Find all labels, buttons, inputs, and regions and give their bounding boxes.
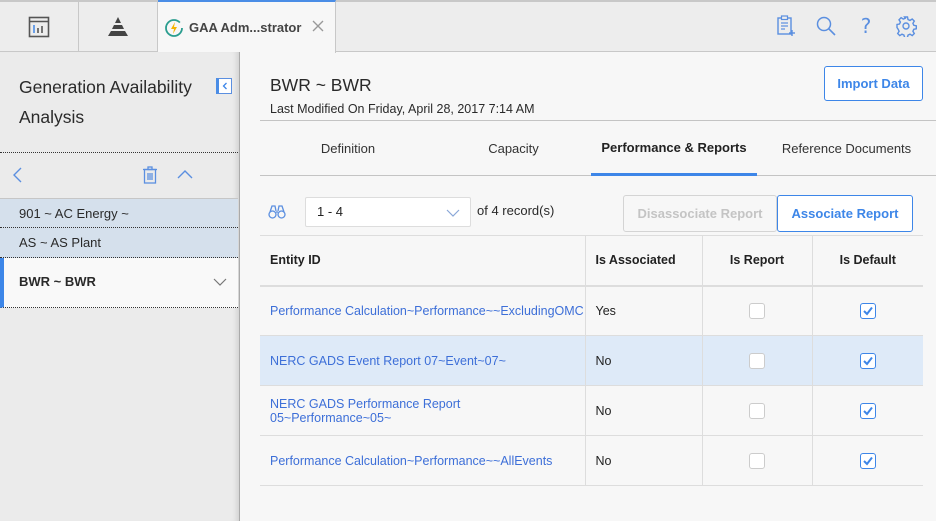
chevron-up-icon[interactable] [176, 168, 194, 180]
is-default-checkbox[interactable] [859, 402, 876, 419]
sidebar: Generation Availability Analysis 901 ~ A… [0, 52, 240, 521]
is-report-cell [701, 285, 812, 336]
table-row[interactable]: NERC GADS Event Report 07~Event~07~ No [260, 335, 923, 386]
sidebar-item[interactable]: 901 ~ AC Energy ~ [0, 198, 238, 228]
sidebar-title: Generation Availability Analysis [19, 77, 192, 127]
is-default-cell [811, 435, 923, 486]
sidebar-list: 901 ~ AC Energy ~ AS ~ AS Plant BWR ~ BW… [0, 198, 238, 308]
table-row[interactable]: Performance Calculation~Performance~~All… [260, 435, 923, 486]
is-associated-cell: No [584, 435, 702, 486]
new-report-button[interactable] [774, 14, 798, 38]
entity-id-link[interactable]: NERC GADS Event Report 07~Event~07~ [260, 335, 585, 386]
sidebar-item-active[interactable]: BWR ~ BWR [0, 258, 238, 308]
checkmark-icon [863, 456, 873, 466]
last-modified: Last Modified On Friday, April 28, 2017 … [270, 102, 535, 116]
app-tab-label: GAA Adm...strator [189, 20, 302, 35]
column-header-is-report[interactable]: Is Report [701, 235, 812, 287]
column-header-entity-id[interactable]: Entity ID [260, 235, 585, 287]
close-icon[interactable] [311, 19, 325, 33]
is-default-checkbox[interactable] [859, 352, 876, 369]
pyramid-button[interactable] [79, 2, 158, 52]
is-associated-cell: No [584, 385, 702, 436]
record-title: BWR ~ BWR [270, 75, 372, 95]
tab-reference-documents[interactable]: Reference Documents [757, 121, 936, 176]
record-count: of 4 record(s) [477, 203, 555, 218]
search-icon [816, 16, 836, 36]
gear-icon [896, 16, 917, 37]
is-report-cell [701, 385, 812, 436]
is-default-cell [811, 335, 923, 386]
trash-icon[interactable] [142, 166, 158, 184]
checkmark-icon [863, 306, 873, 316]
app-tab-gaa-administrator[interactable]: GAA Adm...strator [158, 0, 336, 53]
entity-id-link[interactable]: Performance Calculation~Performance~~Exc… [260, 285, 585, 336]
sidebar-divider [0, 152, 238, 153]
page-range-select[interactable]: 1 - 4 [305, 197, 471, 227]
column-header-is-associated[interactable]: Is Associated [584, 235, 702, 287]
sidebar-item[interactable]: AS ~ AS Plant [0, 228, 238, 258]
tab-performance-reports[interactable]: Performance & Reports [591, 121, 757, 176]
table-row[interactable]: NERC GADS Performance Report 05~Performa… [260, 385, 923, 436]
disassociate-report-button[interactable]: Disassociate Report [623, 195, 777, 232]
back-button[interactable] [10, 165, 26, 185]
entity-id-link[interactable]: NERC GADS Performance Report 05~Performa… [260, 385, 585, 436]
table-row[interactable]: Performance Calculation~Performance~~Exc… [260, 285, 923, 336]
main-content: BWR ~ BWR Last Modified On Friday, April… [241, 52, 936, 521]
is-default-checkbox[interactable] [859, 452, 876, 469]
grid-toolbar: 1 - 4 of 4 record(s) Disassociate Report… [260, 194, 936, 234]
is-report-checkbox[interactable] [749, 352, 765, 369]
search-button[interactable] [814, 14, 838, 38]
is-associated-cell: Yes [584, 285, 702, 336]
is-report-checkbox[interactable] [749, 452, 765, 469]
reports-grid: Entity ID Is Associated Is Report Is Def… [260, 235, 923, 486]
associate-report-button[interactable]: Associate Report [777, 195, 913, 232]
clipboard-add-icon [777, 15, 795, 36]
top-actions: ? [774, 14, 918, 38]
is-associated-cell: No [584, 335, 702, 386]
is-default-cell [811, 285, 923, 336]
entity-id-link[interactable]: Performance Calculation~Performance~~All… [260, 435, 585, 486]
chevron-down-icon [446, 209, 460, 217]
checkmark-icon [863, 406, 873, 416]
grid-header-row: Entity ID Is Associated Is Report Is Def… [260, 235, 923, 287]
dashboard-icon [28, 16, 50, 38]
column-header-is-default[interactable]: Is Default [811, 235, 923, 287]
binoculars-icon[interactable] [268, 204, 286, 220]
is-report-checkbox[interactable] [749, 302, 765, 319]
is-default-checkbox[interactable] [859, 302, 876, 319]
import-data-button[interactable]: Import Data [824, 66, 923, 101]
is-default-cell [811, 385, 923, 436]
tab-capacity[interactable]: Capacity [436, 121, 591, 176]
dashboard-button[interactable] [0, 2, 79, 52]
sidebar-toolbar [0, 154, 238, 198]
help-button[interactable]: ? [854, 14, 878, 38]
settings-button[interactable] [894, 14, 918, 38]
record-tabs: Definition Capacity Performance & Report… [260, 121, 936, 176]
gaa-lightning-icon [165, 18, 183, 37]
is-report-cell [701, 435, 812, 486]
collapse-sidebar-button[interactable] [216, 78, 232, 94]
is-report-checkbox[interactable] [749, 402, 765, 419]
chevron-left-icon [222, 82, 227, 90]
top-bar: GAA Adm...strator ? [0, 0, 936, 53]
help-icon: ? [860, 14, 872, 38]
pyramid-icon [108, 17, 128, 36]
is-report-cell [701, 335, 812, 386]
tab-definition[interactable]: Definition [260, 121, 436, 176]
checkmark-icon [863, 356, 873, 366]
chevron-down-icon[interactable] [213, 278, 227, 287]
